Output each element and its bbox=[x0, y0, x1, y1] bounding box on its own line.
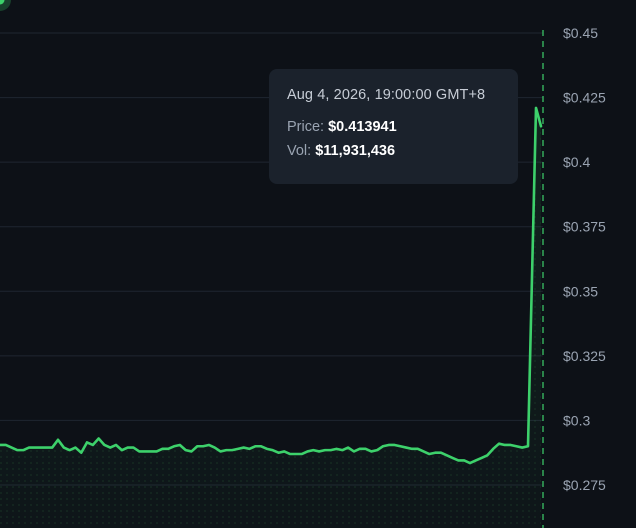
tooltip-vol-value: $11,931,436 bbox=[315, 143, 396, 159]
y-tick-label: $0.4 bbox=[563, 154, 590, 170]
y-tick-label: $0.325 bbox=[563, 348, 606, 364]
y-tick-label: $0.425 bbox=[563, 90, 606, 106]
y-tick-label: $0.45 bbox=[563, 25, 598, 41]
y-tick-label: $0.35 bbox=[563, 283, 598, 299]
price-tooltip: Aug 4, 2026, 19:00:00 GMT+8 Price: $0.41… bbox=[269, 69, 518, 184]
tooltip-vol-label: Vol: bbox=[287, 143, 312, 159]
tooltip-date: Aug 4, 2026, 19:00:00 GMT+8 bbox=[287, 87, 486, 103]
tooltip-price-label: Price: bbox=[287, 119, 325, 135]
y-tick-label: $0.3 bbox=[563, 412, 590, 428]
y-tick-label: $0.275 bbox=[563, 477, 606, 493]
tooltip-price-row: Price: $0.413941 bbox=[287, 119, 500, 135]
y-tick-label: $0.375 bbox=[563, 219, 606, 235]
tooltip-price-value: $0.413941 bbox=[328, 119, 397, 135]
price-chart-widget: $0.45 $0.425 $0.4 $0.375 $0.35 $0.325 $0.3 $0.2… bbox=[0, 0, 636, 528]
tooltip-vol-row: Vol: $11,931,436 bbox=[287, 143, 500, 159]
y-axis: $0.45 $0.425 $0.4 $0.375 $0.35 $0.325 $0.3 $0.2… bbox=[563, 25, 606, 493]
